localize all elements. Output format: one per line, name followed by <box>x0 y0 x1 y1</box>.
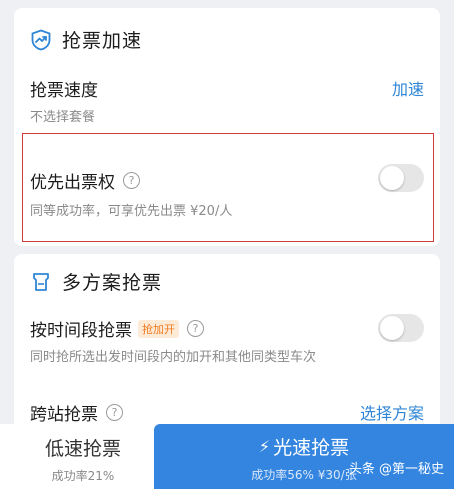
accelerate-link[interactable]: 加速 <box>392 76 424 100</box>
help-icon[interactable]: ? <box>123 172 140 189</box>
priority-row-title: 优先出票权 ? <box>30 168 140 193</box>
priority-toggle[interactable] <box>378 164 424 192</box>
slow-grab-label: 低速抢票 <box>44 438 121 460</box>
extra-train-badge: 抢加开 <box>138 319 179 338</box>
fast-grab-label: 光速抢票 <box>273 437 350 459</box>
time-slot-label: 按时间段抢票 <box>30 321 132 341</box>
time-slot-toggle[interactable] <box>378 314 424 342</box>
multi-plan-header: 多方案抢票 <box>30 268 162 295</box>
fast-grab-button[interactable]: ⚡ 光速抢票 成功率56% ¥30/张 头条 @第一秘史 <box>154 424 454 489</box>
acceleration-title: 抢票加速 <box>62 30 143 52</box>
watermark: 头条 @第一秘史 <box>348 462 444 477</box>
bottom-action-bar: 低速抢票 成功率21% ⚡ 光速抢票 成功率56% ¥30/张 头条 @第一秘史 <box>0 424 454 489</box>
time-slot-row-title: 按时间段抢票 抢加开 ? <box>30 316 204 341</box>
choose-plan-link[interactable]: 选择方案 <box>360 400 424 424</box>
speed-label: 抢票速度 <box>30 81 98 101</box>
cross-station-row-title: 跨站抢票 ? <box>30 400 123 425</box>
slow-grab-button[interactable]: 低速抢票 成功率21% <box>18 424 148 489</box>
help-icon[interactable]: ? <box>106 404 123 421</box>
speed-subtext: 不选择套餐 <box>30 110 96 125</box>
toggle-knob <box>380 316 404 340</box>
slow-grab-rate: 成功率21% <box>51 469 115 483</box>
multi-plan-title: 多方案抢票 <box>62 272 163 294</box>
help-icon[interactable]: ? <box>187 320 204 337</box>
cross-station-label: 跨站抢票 <box>30 405 98 425</box>
priority-subtext: 同等成功率，可享优先出票 ¥20/人 <box>30 204 233 219</box>
lightning-icon: ⚡ <box>258 437 271 456</box>
ticket-icon <box>30 271 52 293</box>
acceleration-card: 抢票加速 抢票速度 加速 不选择套餐 优先出票权 ? 同等成功率，可享优先出票 … <box>14 8 440 246</box>
time-slot-subtext: 同时抢所选出发时间段内的加开和其他同类型车次 <box>30 350 317 365</box>
toggle-knob <box>380 166 404 190</box>
acceleration-header: 抢票加速 <box>30 26 142 53</box>
trend-shield-icon <box>30 29 52 51</box>
priority-label: 优先出票权 <box>30 173 115 193</box>
fast-grab-label-wrap: ⚡ 光速抢票 <box>259 433 349 460</box>
